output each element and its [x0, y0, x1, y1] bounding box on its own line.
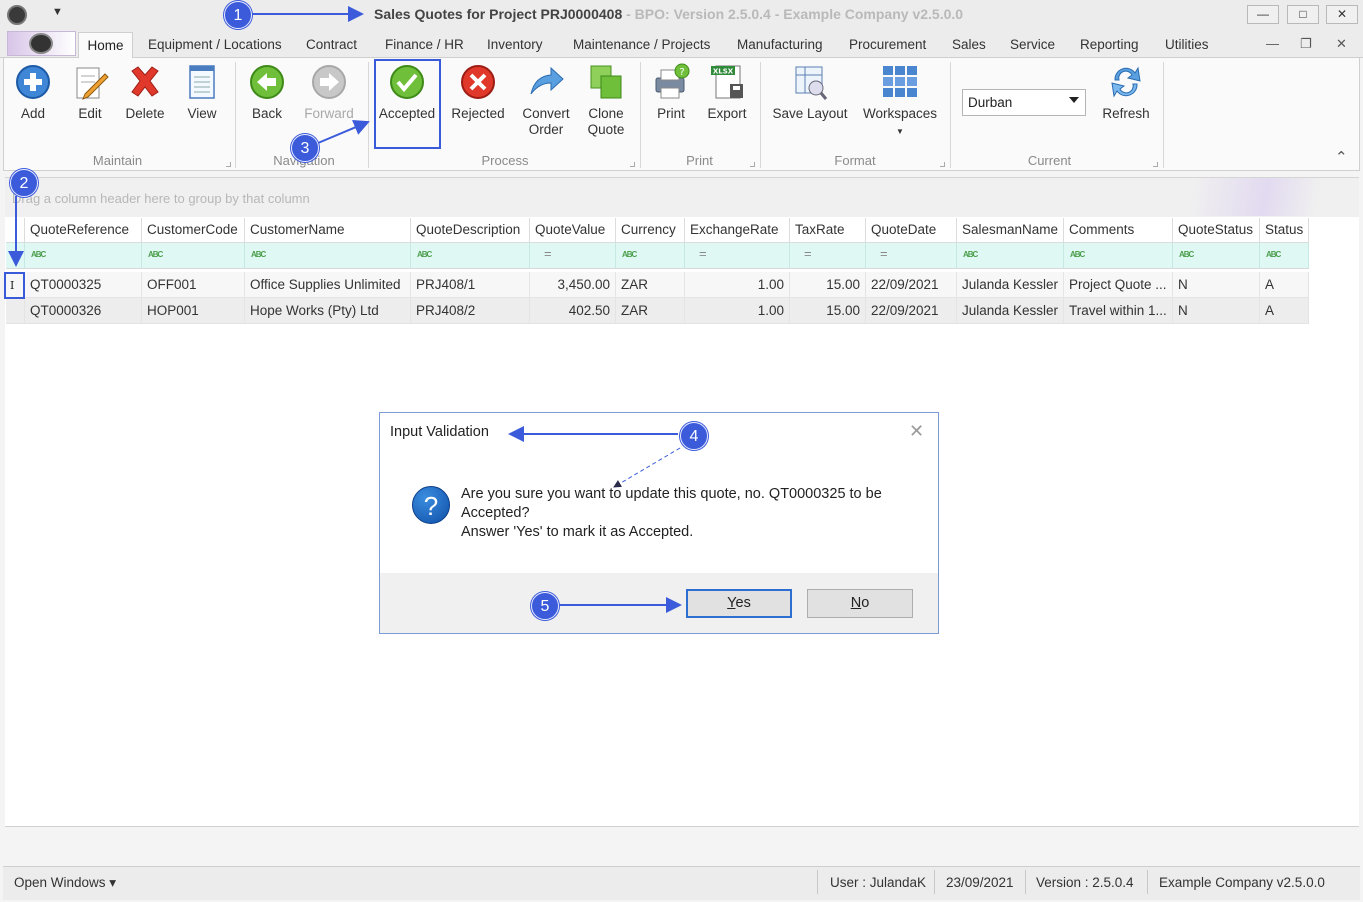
annotation-badge-3: 3 — [291, 134, 319, 162]
annotation-arrow-4b — [613, 447, 681, 488]
annotation-badge-1: 1 — [224, 1, 252, 29]
annotation-badge-2: 2 — [10, 169, 38, 197]
annotation-badge-5: 5 — [531, 592, 559, 620]
annotation-arrow-3 — [317, 120, 370, 144]
annotation-arrows — [8, 6, 682, 613]
annotation-badge-4: 4 — [680, 422, 708, 450]
